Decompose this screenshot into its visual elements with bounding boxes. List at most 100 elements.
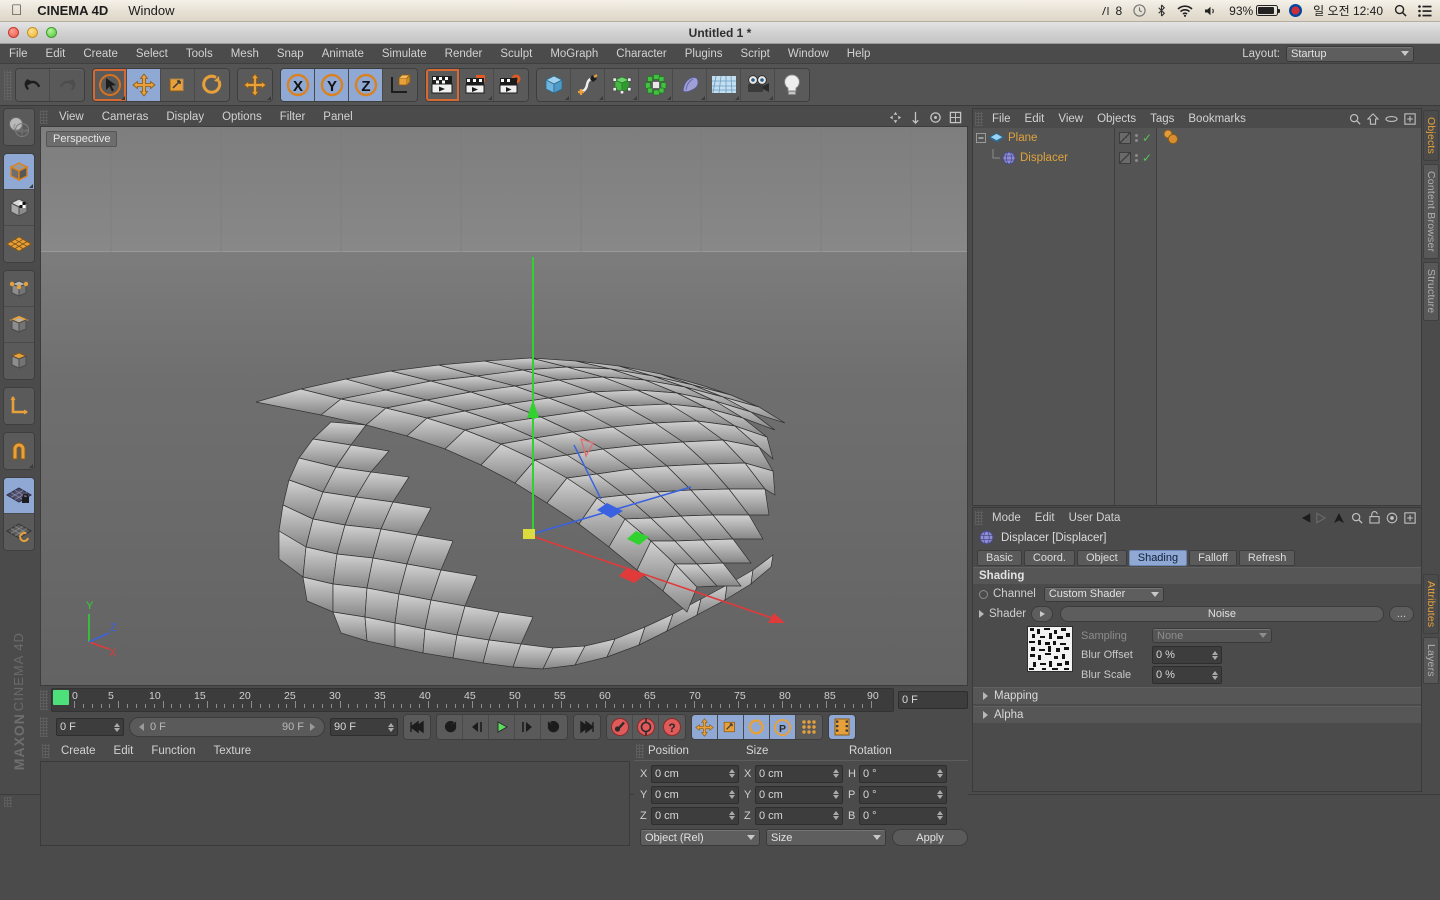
- menu-simulate[interactable]: Simulate: [373, 48, 436, 60]
- tab-falloff[interactable]: Falloff: [1189, 549, 1237, 566]
- layout-dropdown[interactable]: Startup: [1286, 45, 1414, 62]
- home-icon[interactable]: [1367, 112, 1379, 125]
- lock-x-axis[interactable]: X: [281, 68, 315, 101]
- bluetooth-icon[interactable]: [1157, 4, 1166, 17]
- scale-tool[interactable]: [161, 68, 195, 101]
- window-controls[interactable]: [8, 27, 57, 38]
- add-icon[interactable]: [1404, 112, 1416, 125]
- coordinates-grip[interactable]: [636, 744, 644, 758]
- lock-z-axis[interactable]: Z: [349, 68, 383, 101]
- menu-snap[interactable]: Snap: [268, 48, 313, 60]
- object-row-displacer[interactable]: Displacer: [973, 148, 1114, 168]
- add-generator-button[interactable]: [605, 68, 639, 101]
- current-frame-display[interactable]: 0 F: [898, 691, 968, 709]
- tab-coord[interactable]: Coord.: [1023, 549, 1075, 566]
- wifi-icon[interactable]: [1177, 4, 1193, 17]
- menu-window[interactable]: Window: [779, 48, 838, 60]
- menu-mograph[interactable]: MoGraph: [541, 48, 607, 60]
- pan-icon[interactable]: [889, 111, 902, 124]
- material-list[interactable]: [40, 761, 630, 846]
- toolbar-grip[interactable]: [4, 69, 12, 100]
- add-deformer-button[interactable]: [673, 68, 707, 101]
- vtab-attributes[interactable]: Attributes: [1423, 573, 1439, 635]
- play-button[interactable]: [489, 715, 515, 739]
- parameter-key-button[interactable]: P: [770, 715, 796, 739]
- move-axis-tool[interactable]: [238, 68, 272, 101]
- menu-file[interactable]: File: [0, 48, 37, 60]
- menubar-clock[interactable]: 일 오전 12:40: [1313, 2, 1383, 19]
- search-icon[interactable]: [1351, 512, 1363, 524]
- menu-character[interactable]: Character: [607, 48, 676, 60]
- coord-rot-input-b[interactable]: 0 °: [859, 806, 947, 825]
- objman-menu-view[interactable]: View: [1051, 113, 1090, 125]
- coord-size-input-z[interactable]: 0 cm: [755, 806, 843, 825]
- timeline-playhead[interactable]: [53, 690, 69, 705]
- rotate-tool[interactable]: [195, 68, 229, 101]
- step-forward-button[interactable]: [515, 715, 541, 739]
- viewport-3d[interactable]: Perspective Y X Z: [40, 126, 968, 686]
- search-icon[interactable]: [1349, 113, 1361, 125]
- input-source-flag[interactable]: [1289, 4, 1303, 17]
- viewport-menu-filter[interactable]: Filter: [271, 111, 315, 123]
- dots-icon[interactable]: [1135, 134, 1138, 142]
- volume-icon[interactable]: [1204, 5, 1218, 17]
- object-tags-column[interactable]: [1157, 128, 1421, 505]
- menu-sculpt[interactable]: Sculpt: [491, 48, 541, 60]
- enabled-check-plane[interactable]: ✓: [1142, 132, 1152, 144]
- model-mode-button[interactable]: [4, 154, 34, 190]
- point-level-anim-button[interactable]: [796, 715, 822, 739]
- rotate-icon[interactable]: [929, 111, 942, 124]
- add-camera-button[interactable]: [741, 68, 775, 101]
- object-row-plane[interactable]: Plane: [973, 128, 1114, 148]
- go-to-end-button[interactable]: [574, 715, 600, 739]
- render-view-button[interactable]: [426, 68, 460, 101]
- rotation-key-button[interactable]: [744, 715, 770, 739]
- tab-object[interactable]: Object: [1076, 549, 1127, 566]
- range-left-icon[interactable]: [138, 723, 146, 731]
- expand-collapse-icon[interactable]: [976, 132, 987, 144]
- object-tree[interactable]: Plane Displacer ✓ ✓: [973, 128, 1421, 505]
- transport-grip[interactable]: [40, 717, 48, 737]
- attr-menu-mode[interactable]: Mode: [985, 512, 1028, 524]
- material-menu-function[interactable]: Function: [142, 745, 204, 757]
- menu-tools[interactable]: Tools: [177, 48, 222, 60]
- battery-indicator[interactable]: 93%: [1229, 4, 1281, 18]
- lock-icon[interactable]: [1369, 511, 1380, 524]
- channel-dropdown[interactable]: Custom Shader: [1043, 586, 1164, 602]
- enable-snapping-button[interactable]: [4, 433, 34, 469]
- shader-preview-button[interactable]: [1031, 606, 1054, 622]
- material-menu-texture[interactable]: Texture: [204, 745, 260, 757]
- menu-plugins[interactable]: Plugins: [676, 48, 732, 60]
- macos-menu-window[interactable]: Window: [128, 3, 174, 18]
- tab-shading[interactable]: Shading: [1128, 549, 1188, 566]
- make-editable-button[interactable]: [4, 109, 34, 145]
- keyframe-selection-button[interactable]: ?: [659, 715, 685, 739]
- zoom-icon[interactable]: [909, 111, 922, 124]
- edges-mode-button[interactable]: [4, 307, 34, 343]
- alpha-section[interactable]: Alpha: [973, 706, 1421, 723]
- material-grip[interactable]: [42, 744, 50, 758]
- world-coordinate-system[interactable]: [383, 68, 417, 101]
- end-frame-input[interactable]: 90 F: [330, 718, 398, 736]
- viewport-menu-panel[interactable]: Panel: [314, 111, 361, 123]
- macos-app-name[interactable]: CINEMA 4D: [37, 3, 108, 18]
- autokeying-button[interactable]: [633, 715, 659, 739]
- frame-range-slider[interactable]: 0 F 90 F: [129, 717, 325, 737]
- objman-menu-objects[interactable]: Objects: [1090, 113, 1143, 125]
- object-manager-grip[interactable]: [975, 111, 983, 126]
- expand-triangle-icon[interactable]: [979, 610, 984, 618]
- coord-pos-input-z[interactable]: 0 cm: [651, 806, 739, 825]
- ellipse-icon[interactable]: [1385, 114, 1398, 124]
- step-back-button[interactable]: [463, 715, 489, 739]
- clock-icon[interactable]: [1133, 4, 1146, 17]
- enabled-check-displacer[interactable]: ✓: [1142, 152, 1152, 164]
- attr-menu-edit[interactable]: Edit: [1028, 512, 1062, 524]
- back-forward-icon[interactable]: [1301, 511, 1327, 524]
- lock-workplane-button[interactable]: [4, 478, 34, 514]
- list-icon[interactable]: [1418, 4, 1432, 17]
- timeline-button[interactable]: [829, 715, 855, 739]
- target-icon[interactable]: [1386, 512, 1398, 524]
- coord-pos-input-y[interactable]: 0 cm: [651, 785, 739, 804]
- blur-offset-input[interactable]: 0 %: [1152, 646, 1222, 664]
- move-tool[interactable]: [127, 68, 161, 101]
